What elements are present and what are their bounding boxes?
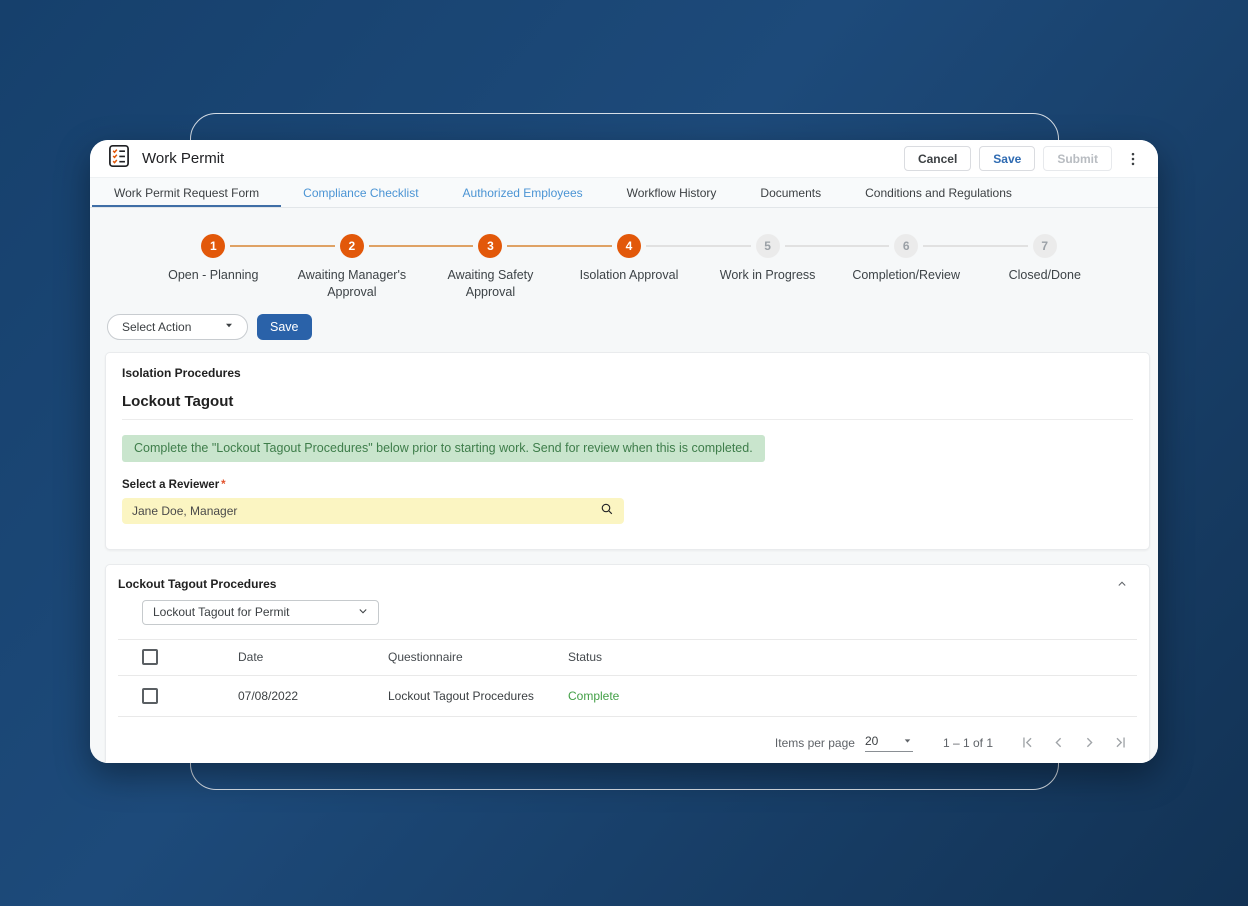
step-label: Open - Planning bbox=[168, 268, 259, 282]
table-header-row: Date Questionnaire Status bbox=[118, 638, 1137, 676]
next-page-icon[interactable] bbox=[1081, 734, 1098, 751]
completion-notice: Complete the "Lockout Tagout Procedures"… bbox=[122, 434, 765, 462]
paginator: Items per page 20 1 – 1 of 1 bbox=[118, 717, 1137, 763]
isolation-procedures-card: Isolation Procedures Lockout Tagout Comp… bbox=[105, 351, 1150, 550]
items-per-page-label: Items per page bbox=[774, 735, 855, 750]
first-page-icon[interactable] bbox=[1019, 734, 1036, 751]
procedures-table: Date Questionnaire Status 07/08/2022 Loc… bbox=[118, 638, 1137, 717]
page-size-value: 20 bbox=[864, 733, 879, 748]
page-size-select[interactable]: 20 bbox=[864, 733, 913, 752]
tab-bar: Work Permit Request Form Compliance Chec… bbox=[90, 177, 1158, 208]
select-action-label: Select Action bbox=[122, 319, 192, 334]
search-icon[interactable] bbox=[599, 501, 615, 520]
step-number: 7 bbox=[1032, 234, 1057, 258]
tab-documents[interactable]: Documents bbox=[738, 178, 843, 207]
row-status: Complete bbox=[568, 688, 620, 703]
date-column-header: Date bbox=[238, 650, 264, 665]
lockout-procedures-card: Lockout Tagout Procedures Lockout Tagout… bbox=[105, 563, 1150, 763]
action-bar: Select Action Save bbox=[107, 313, 1150, 340]
last-page-icon[interactable] bbox=[1112, 734, 1129, 751]
step-awaiting-safety-approval: 3 Awaiting Safety Approval bbox=[369, 234, 560, 301]
tab-conditions-and-regulations[interactable]: Conditions and Regulations bbox=[843, 178, 1034, 207]
required-marker: * bbox=[221, 478, 226, 491]
section-label: Isolation Procedures bbox=[122, 365, 241, 380]
title-bar: Work Permit Cancel Save Submit bbox=[90, 140, 1158, 177]
step-number: 6 bbox=[894, 234, 919, 258]
step-label: Awaiting Manager's Approval bbox=[297, 268, 407, 299]
step-number: 1 bbox=[201, 234, 226, 258]
step-number: 2 bbox=[339, 234, 364, 258]
step-number: 4 bbox=[617, 234, 642, 258]
procedure-template-value: Lockout Tagout for Permit bbox=[153, 605, 290, 620]
tab-work-permit-request-form[interactable]: Work Permit Request Form bbox=[92, 178, 281, 207]
form-content: 1 Open - Planning 2 Awaiting Manager's A… bbox=[90, 208, 1158, 763]
table-row[interactable]: 07/08/2022 Lockout Tagout Procedures Com… bbox=[118, 676, 1137, 717]
chevron-down-icon bbox=[356, 604, 370, 621]
workflow-stepper: 1 Open - Planning 2 Awaiting Manager's A… bbox=[144, 234, 1114, 301]
row-checkbox[interactable] bbox=[142, 687, 158, 704]
tab-authorized-employees[interactable]: Authorized Employees bbox=[441, 178, 605, 207]
select-all-checkbox[interactable] bbox=[142, 649, 158, 666]
save-action-button[interactable]: Save bbox=[257, 313, 312, 340]
step-number: 5 bbox=[755, 234, 780, 258]
previous-page-icon[interactable] bbox=[1050, 734, 1067, 751]
step-label: Awaiting Safety Approval bbox=[447, 268, 534, 299]
divider bbox=[122, 418, 1133, 420]
reviewer-value: Jane Doe, Manager bbox=[132, 503, 238, 518]
save-button-header[interactable]: Save bbox=[979, 146, 1036, 171]
questionnaire-column-header: Questionnaire bbox=[388, 650, 463, 665]
work-permit-window: Work Permit Cancel Save Submit Work Perm… bbox=[90, 140, 1158, 763]
page-range-label: 1 – 1 of 1 bbox=[942, 735, 993, 750]
select-action-dropdown[interactable]: Select Action bbox=[107, 313, 248, 340]
procedure-template-select[interactable]: Lockout Tagout for Permit bbox=[142, 599, 379, 625]
lockout-tagout-title: Lockout Tagout bbox=[122, 392, 234, 410]
page-title: Work Permit bbox=[142, 150, 225, 167]
step-label: Work in Progress bbox=[719, 268, 816, 282]
step-isolation-approval: 4 Isolation Approval bbox=[507, 234, 699, 301]
reviewer-field-label: Select a Reviewer * bbox=[122, 478, 226, 491]
kebab-menu-icon[interactable] bbox=[1124, 150, 1142, 168]
step-completion-review: 6 Completion/Review bbox=[784, 234, 976, 301]
caret-down-icon bbox=[223, 319, 235, 334]
page-background: Work Permit Cancel Save Submit Work Perm… bbox=[0, 0, 1248, 906]
row-date: 07/08/2022 bbox=[238, 688, 299, 703]
step-work-in-progress: 5 Work in Progress bbox=[646, 234, 837, 301]
status-column-header: Status bbox=[568, 650, 603, 665]
caret-down-icon bbox=[904, 739, 911, 743]
tab-workflow-history[interactable]: Workflow History bbox=[605, 178, 739, 207]
tab-compliance-checklist[interactable]: Compliance Checklist bbox=[281, 178, 440, 207]
step-label: Closed/Done bbox=[1008, 268, 1081, 282]
step-closed-done: 7 Closed/Done bbox=[923, 234, 1114, 301]
step-awaiting-managers-approval: 2 Awaiting Manager's Approval bbox=[230, 234, 422, 301]
step-label: Isolation Approval bbox=[579, 268, 679, 282]
step-label: Completion/Review bbox=[852, 268, 961, 282]
work-permit-checklist-icon bbox=[106, 143, 132, 174]
reviewer-search-input[interactable]: Jane Doe, Manager bbox=[122, 497, 624, 524]
procedures-card-title: Lockout Tagout Procedures bbox=[118, 576, 277, 591]
collapse-chevron-up-icon[interactable] bbox=[1115, 577, 1129, 591]
step-number: 3 bbox=[478, 234, 503, 258]
step-open-planning: 1 Open - Planning bbox=[144, 234, 283, 301]
submit-button[interactable]: Submit bbox=[1043, 146, 1112, 171]
cancel-button[interactable]: Cancel bbox=[903, 146, 972, 171]
row-questionnaire: Lockout Tagout Procedures bbox=[388, 688, 534, 703]
